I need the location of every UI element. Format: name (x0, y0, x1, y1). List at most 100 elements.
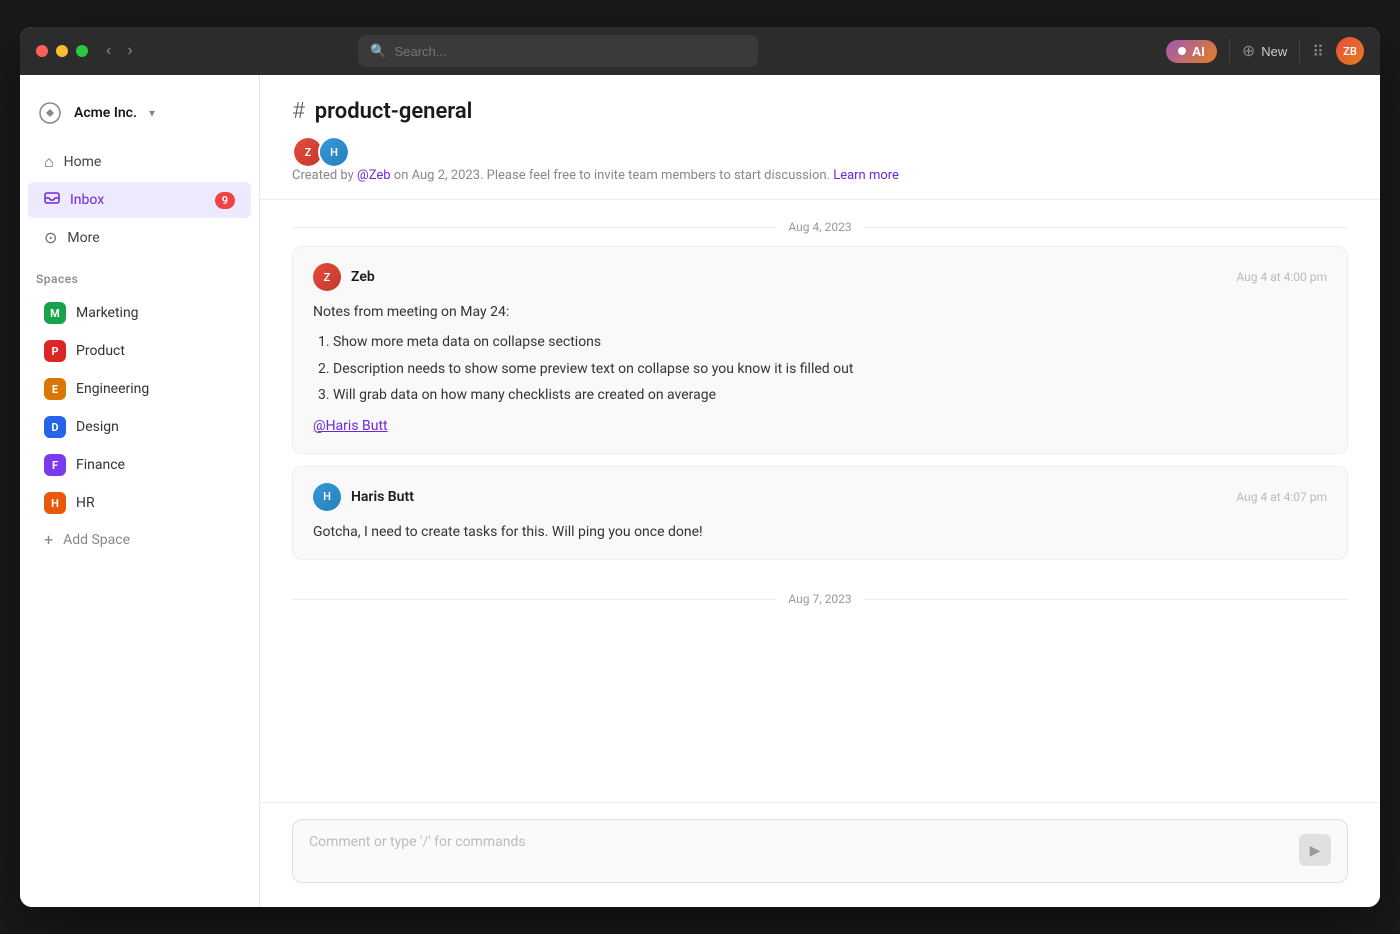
minimize-button[interactable] (56, 45, 68, 57)
date-divider-1: Aug 4, 2023 (292, 200, 1348, 246)
inbox-badge: 9 (215, 192, 235, 209)
space-dot-engineering: E (44, 378, 66, 400)
send-button[interactable]: ▶ (1299, 834, 1331, 866)
send-icon: ▶ (1310, 842, 1321, 859)
window-controls (36, 45, 88, 57)
ai-button[interactable]: AI (1166, 40, 1217, 63)
nav-item-more[interactable]: ⊙ More (28, 220, 251, 255)
member-avatars: Z H (292, 136, 1348, 168)
maximize-button[interactable] (76, 45, 88, 57)
comment-input-wrapper[interactable]: ▶ (292, 819, 1348, 883)
nav-label-more: More (67, 230, 99, 246)
message-card-2: H Haris Butt Aug 4 at 4:07 pm Gotcha, I … (292, 466, 1348, 560)
list-item-3: Will grab data on how many checklists ar… (333, 384, 1327, 406)
spaces-header: Spaces (20, 256, 259, 294)
space-item-design[interactable]: D Design (28, 409, 251, 445)
workspace-header[interactable]: Acme Inc. ▾ (20, 91, 259, 143)
main-layout: Acme Inc. ▾ ⌂ Home Inbox 9 ⊙ More (20, 75, 1380, 907)
message-header-1: Z Zeb Aug 4 at 4:00 pm (313, 263, 1327, 291)
search-input[interactable] (395, 44, 747, 59)
channel-desc-middle: on Aug 2, 2023. Please feel free to invi… (391, 168, 834, 183)
space-label-marketing: Marketing (76, 305, 139, 321)
space-item-product[interactable]: P Product (28, 333, 251, 369)
messages-container[interactable]: Aug 4, 2023 Z Zeb Aug 4 at 4:00 pm (260, 200, 1380, 802)
space-item-marketing[interactable]: M Marketing (28, 295, 251, 331)
sidebar: Acme Inc. ▾ ⌂ Home Inbox 9 ⊙ More (20, 75, 260, 907)
mention-haris-butt[interactable]: @Haris Butt (313, 418, 388, 434)
divider2 (1299, 39, 1300, 63)
message-body-1: Notes from meeting on May 24: Show more … (313, 301, 1327, 437)
user-initials: ZB (1343, 45, 1357, 58)
divider-line-right (864, 227, 1348, 228)
divider-line-left-2 (292, 599, 776, 600)
avatar-face-zeb: Z (313, 263, 341, 291)
new-icon: ⊕ (1242, 41, 1255, 61)
message-author-zeb: Zeb (351, 269, 375, 285)
space-dot-hr: H (44, 492, 66, 514)
back-button[interactable]: ‹ (100, 38, 117, 64)
message-list-1: Show more meta data on collapse sections… (313, 331, 1327, 406)
date-label-1: Aug 4, 2023 (788, 220, 851, 234)
space-label-design: Design (76, 419, 119, 435)
comment-input[interactable] (309, 834, 1299, 866)
channel-header: # product-general Z H Created by @Zeb on… (260, 75, 1380, 200)
ai-dot (1178, 47, 1186, 55)
workspace-logo (36, 99, 64, 127)
channel-description: Created by @Zeb on Aug 2, 2023. Please f… (292, 168, 1348, 183)
date-divider-2: Aug 7, 2023 (292, 572, 1348, 618)
search-bar[interactable]: 🔍 (358, 35, 758, 67)
search-icon: 🔍 (370, 44, 386, 59)
message-body-2: Gotcha, I need to create tasks for this.… (313, 521, 1327, 543)
space-item-finance[interactable]: F Finance (28, 447, 251, 483)
divider (1229, 39, 1230, 63)
space-label-finance: Finance (76, 457, 125, 473)
new-button[interactable]: ⊕ New (1242, 41, 1287, 61)
list-item-1: Show more meta data on collapse sections (333, 331, 1327, 353)
title-bar: ‹ › 🔍 AI ⊕ New ⠿ ZB (20, 27, 1380, 75)
message-intro-1: Notes from meeting on May 24: (313, 301, 1327, 323)
message-header-2: H Haris Butt Aug 4 at 4:07 pm (313, 483, 1327, 511)
nav-label-home: Home (64, 154, 102, 170)
channel-desc-prefix: Created by (292, 168, 357, 183)
close-button[interactable] (36, 45, 48, 57)
title-bar-right: AI ⊕ New ⠿ ZB (1166, 37, 1364, 65)
space-dot-marketing: M (44, 302, 66, 324)
message-time-1: Aug 4 at 4:00 pm (1236, 270, 1327, 284)
space-label-hr: HR (76, 495, 95, 511)
nav-arrows: ‹ › (100, 38, 139, 64)
message-time-2: Aug 4 at 4:07 pm (1236, 490, 1327, 504)
avatar-haris: H (320, 138, 348, 166)
forward-button[interactable]: › (121, 38, 138, 64)
grid-icon[interactable]: ⠿ (1312, 42, 1324, 61)
divider-line-right-2 (864, 599, 1348, 600)
more-icon: ⊙ (44, 228, 57, 247)
channel-name: product-general (315, 99, 473, 124)
nav-label-inbox: Inbox (70, 192, 104, 208)
message-card-1: Z Zeb Aug 4 at 4:00 pm Notes from meetin… (292, 246, 1348, 454)
message-text-2: Gotcha, I need to create tasks for this.… (313, 521, 1327, 543)
user-avatar[interactable]: ZB (1336, 37, 1364, 65)
home-icon: ⌂ (44, 152, 54, 172)
inbox-icon (44, 190, 60, 210)
ai-label: AI (1192, 44, 1205, 59)
nav-item-inbox[interactable]: Inbox 9 (28, 182, 251, 218)
date-label-2: Aug 7, 2023 (788, 592, 851, 606)
message-avatar-haris: H (313, 483, 341, 511)
new-label: New (1261, 44, 1287, 59)
message-author-row-2: H Haris Butt (313, 483, 414, 511)
add-space-button[interactable]: + Add Space (28, 523, 251, 556)
space-label-engineering: Engineering (76, 381, 149, 397)
space-dot-finance: F (44, 454, 66, 476)
avatar-face-haris: H (313, 483, 341, 511)
learn-more-link[interactable]: Learn more (833, 168, 899, 183)
space-item-engineering[interactable]: E Engineering (28, 371, 251, 407)
channel-creator-mention[interactable]: @Zeb (357, 168, 391, 183)
space-item-hr[interactable]: H HR (28, 485, 251, 521)
member-avatar-haris: H (318, 136, 350, 168)
list-item-2: Description needs to show some preview t… (333, 358, 1327, 380)
channel-title-row: # product-general (292, 99, 1348, 124)
message-author-haris: Haris Butt (351, 489, 414, 505)
space-label-product: Product (76, 343, 125, 359)
workspace-name: Acme Inc. (74, 105, 137, 121)
nav-item-home[interactable]: ⌂ Home (28, 144, 251, 180)
